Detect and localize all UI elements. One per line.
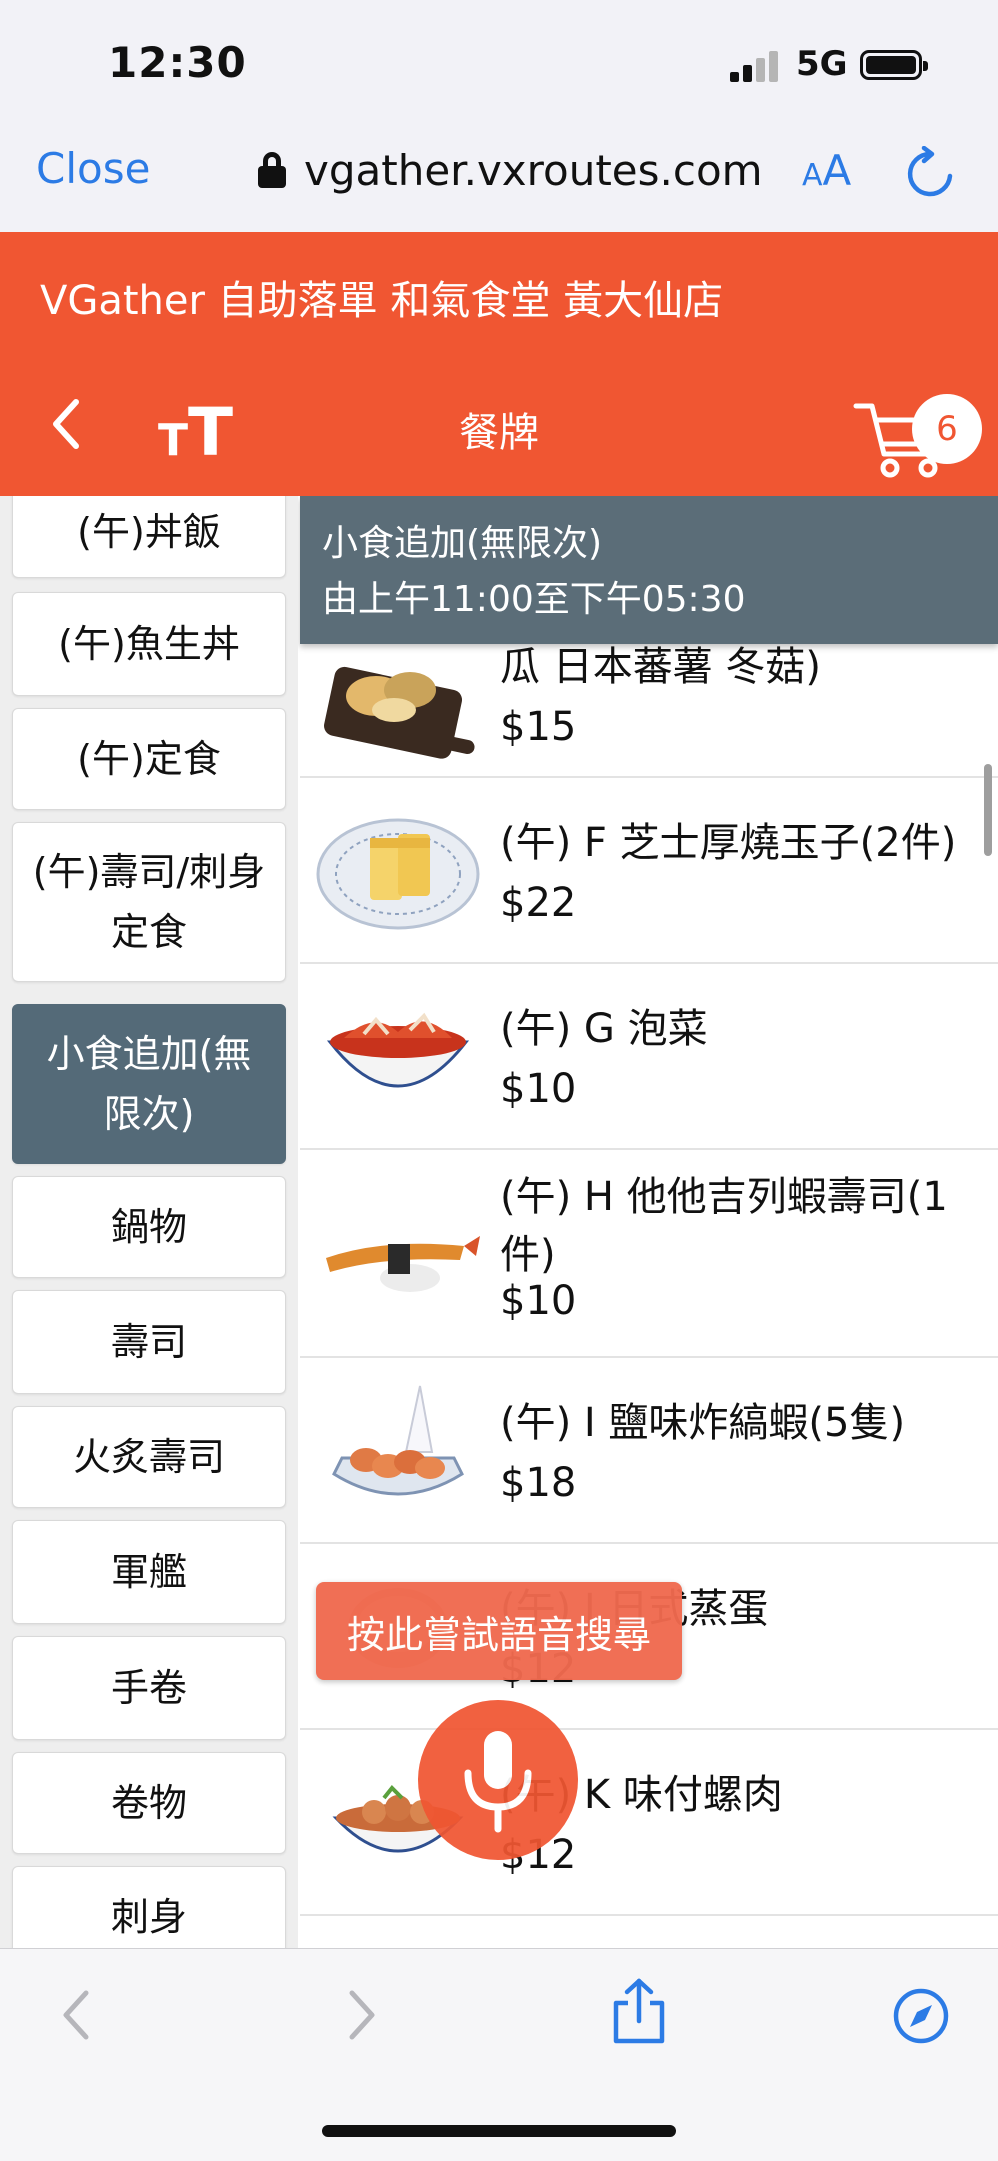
- lock-icon: [258, 152, 286, 188]
- category-item[interactable]: 卷物: [12, 1752, 286, 1854]
- category-item[interactable]: 手卷: [12, 1636, 286, 1740]
- section-header: 小食追加(無限次) 由上午11:00至下午05:30: [300, 496, 998, 644]
- reload-icon[interactable]: [904, 145, 956, 206]
- category-item[interactable]: (午)魚生丼: [12, 592, 286, 696]
- home-indicator: [322, 2125, 676, 2137]
- url-text: vgather.vxroutes.com: [304, 145, 763, 195]
- menu-item[interactable]: (午) H 他他吉列蝦壽司(1件) $10: [300, 1150, 998, 1358]
- microphone-icon: [464, 1731, 532, 1833]
- browser-bar: Close vgather.vxroutes.com AA: [0, 120, 998, 232]
- network-type: 5G: [796, 44, 848, 84]
- status-time: 12:30: [108, 38, 247, 87]
- item-name: (午) G 泡菜: [500, 1006, 708, 1052]
- item-price: $22: [500, 880, 577, 926]
- item-name: (午) I 鹽味炸縞蝦(5隻): [500, 1400, 906, 1446]
- app-nav-bar: TT 餐牌 6: [0, 354, 998, 496]
- voice-search-button[interactable]: [418, 1700, 578, 1860]
- status-bar: 12:30 5G: [0, 0, 998, 120]
- category-item[interactable]: 壽司: [12, 1290, 286, 1394]
- category-sidebar: (午)丼飯 (午)魚生丼 (午)定食 (午)壽司/刺身定食 小食追加(無限次) …: [0, 496, 298, 1948]
- item-price: $10: [500, 1066, 577, 1112]
- food-image: [324, 666, 475, 759]
- food-image: [316, 818, 480, 930]
- menu-item[interactable]: [300, 1916, 998, 1948]
- cart-button[interactable]: 6: [853, 384, 984, 484]
- battery-icon: [860, 50, 928, 80]
- signal-icon: [730, 50, 782, 82]
- forward-nav-icon[interactable]: [342, 1983, 382, 2051]
- category-item[interactable]: 刺身: [12, 1866, 286, 1948]
- item-price: $15: [500, 704, 577, 750]
- category-item[interactable]: (午)丼飯: [12, 496, 286, 578]
- category-item[interactable]: (午)定食: [12, 708, 286, 810]
- category-item[interactable]: 鍋物: [12, 1176, 286, 1278]
- store-header: VGather 自助落單 和氣食堂 黃大仙店: [0, 232, 998, 354]
- item-name: (午) H 他他吉列蝦壽司(1件): [500, 1174, 948, 1278]
- page-title: 餐牌: [459, 410, 539, 456]
- food-image: [332, 1385, 464, 1496]
- category-item-active[interactable]: 小食追加(無限次): [12, 1004, 286, 1164]
- menu-item[interactable]: (午) K 味付螺肉 $12: [300, 1730, 998, 1916]
- address-bar[interactable]: vgather.vxroutes.com: [258, 142, 763, 198]
- close-button[interactable]: Close: [36, 144, 150, 193]
- category-item[interactable]: 火炙壽司: [12, 1406, 286, 1508]
- item-price: $18: [500, 1460, 577, 1506]
- menu-item[interactable]: (午) F 芝士厚燒玉子(2件) $22: [300, 778, 998, 964]
- back-nav-icon[interactable]: [56, 1983, 96, 2051]
- item-name: 瓜 日本蕃薯 冬菇): [500, 644, 822, 690]
- browser-toolbar: [0, 1948, 998, 2161]
- share-icon[interactable]: [610, 1977, 668, 2051]
- cart-count-badge: 6: [912, 394, 982, 464]
- voice-search-tooltip[interactable]: 按此嘗試語音搜尋: [316, 1582, 682, 1680]
- category-item[interactable]: (午)壽司/刺身定食: [12, 822, 286, 982]
- category-item[interactable]: 軍艦: [12, 1520, 286, 1624]
- food-image: [326, 1236, 480, 1292]
- reader-text-size-button[interactable]: AA: [802, 146, 851, 195]
- item-name: (午) F 芝士厚燒玉子(2件): [500, 820, 957, 866]
- section-hours: 由上午11:00至下午05:30: [322, 579, 746, 620]
- item-price: $10: [500, 1278, 577, 1324]
- menu-list: 小食追加(無限次) 由上午11:00至下午05:30 瓜 日本蕃薯 冬菇) $1…: [298, 496, 998, 1948]
- section-title: 小食追加(無限次): [322, 523, 603, 564]
- compass-icon[interactable]: [892, 1987, 950, 2049]
- scrollbar[interactable]: [984, 764, 992, 856]
- menu-item[interactable]: (午) G 泡菜 $10: [300, 964, 998, 1150]
- menu-item[interactable]: (午) I 鹽味炸縞蝦(5隻) $18: [300, 1358, 998, 1544]
- store-name: VGather 自助落單 和氣食堂 黃大仙店: [40, 278, 724, 324]
- food-image: [326, 1012, 470, 1088]
